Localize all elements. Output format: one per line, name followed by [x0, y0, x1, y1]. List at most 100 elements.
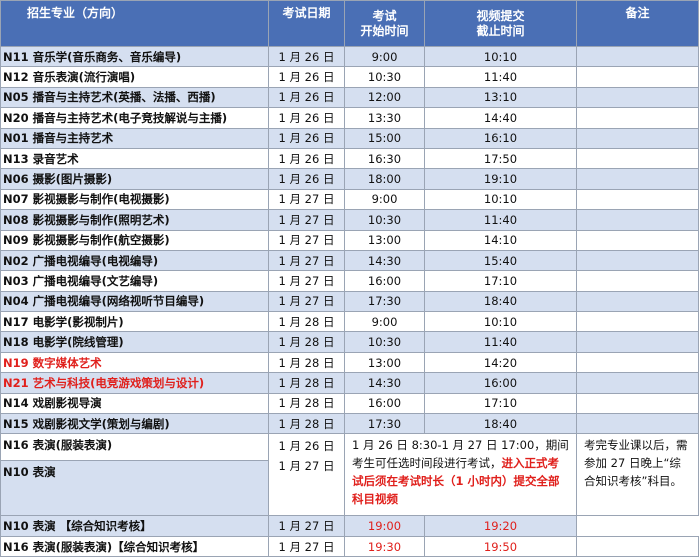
- schedule-start-cell: 16:00: [344, 270, 425, 292]
- schedule-date-cell: 1 月 28 日: [268, 351, 345, 374]
- schedule-start-cell: 10:30: [344, 209, 425, 231]
- schedule-date-cell: 1 月 26 日: [268, 168, 345, 190]
- header-end-line2: 截止时间: [476, 23, 525, 38]
- special-date-a: 1 月 26 日: [278, 439, 335, 454]
- schedule-end-cell: 10:10: [424, 311, 577, 333]
- schedule-date-cell: 1 月 28 日: [268, 372, 345, 394]
- schedule-notes-cell: [576, 209, 699, 231]
- schedule-end-cell: 16:00: [424, 372, 577, 394]
- special-date-b: 1 月 27 日: [278, 459, 335, 474]
- knowledge-date-cell: 1 月 27 日: [268, 515, 345, 537]
- schedule-start-cell: 16:30: [344, 147, 425, 170]
- schedule-start-cell: 10:30: [344, 331, 425, 353]
- schedule-notes-cell: [576, 229, 699, 251]
- special-window-text: 1 月 26 日 8:30-1 月 27 日 17:00，期间考生可任选时间段进…: [348, 435, 573, 511]
- special-note-cell: 考完专业课以后，需参加 27 日晚上“综合知识考核”科目。: [576, 433, 699, 517]
- schedule-notes-cell: [576, 413, 699, 435]
- header-end-line1: 视频提交: [476, 8, 525, 23]
- schedule-end-cell: 18:40: [424, 413, 577, 435]
- schedule-date-cell: 1 月 26 日: [268, 147, 345, 170]
- schedule-date-cell: 1 月 26 日: [268, 107, 345, 129]
- schedule-date-cell: 1 月 28 日: [268, 331, 345, 353]
- schedule-major-cell: N15 戏剧影视文学(策划与编剧): [0, 413, 269, 435]
- schedule-row: N08 影视摄影与制作(照明艺术) 1 月 27 日 10:30 11:40: [0, 209, 699, 231]
- schedule-end-cell: 14:20: [424, 351, 577, 374]
- schedule-end-cell: 19:10: [424, 168, 577, 190]
- schedule-major-cell: N08 影视摄影与制作(照明艺术): [0, 209, 269, 231]
- knowledge-end-cell: 19:20: [424, 515, 577, 537]
- schedule-row: N06 摄影(图片摄影) 1 月 26 日 18:00 19:10: [0, 168, 699, 190]
- schedule-date-cell: 1 月 27 日: [268, 188, 345, 211]
- header-start-line1: 考试: [372, 8, 397, 23]
- schedule-end-cell: 13:10: [424, 86, 577, 109]
- schedule-row: N18 电影学(院线管理) 1 月 28 日 10:30 11:40: [0, 331, 699, 353]
- schedule-row: N03 广播电视编导(文艺编导) 1 月 27 日 16:00 17:10: [0, 270, 699, 292]
- schedule-major-cell: N13 录音艺术: [0, 147, 269, 170]
- schedule-major-cell: N20 播音与主持艺术(电子竞技解说与主播): [0, 107, 269, 129]
- schedule-date-cell: 1 月 27 日: [268, 249, 345, 272]
- knowledge-start-cell: 19:00: [344, 515, 425, 537]
- schedule-notes-cell: [576, 392, 699, 415]
- schedule-row: N21 艺术与科技(电竞游戏策划与设计) 1 月 28 日 14:30 16:00: [0, 372, 699, 394]
- schedule-start-cell: 16:00: [344, 392, 425, 415]
- schedule-end-cell: 17:50: [424, 147, 577, 170]
- schedule-row: N17 电影学(影视制片) 1 月 28 日 9:00 10:10: [0, 311, 699, 333]
- schedule-end-cell: 11:40: [424, 209, 577, 231]
- schedule-page: 招生专业（方向） 考试日期 考试 开始时间 视频提交 截止时间 备注 N11 音…: [0, 0, 700, 557]
- schedule-end-cell: 15:40: [424, 249, 577, 272]
- knowledge-major-cell: N16 表演(服装表演)【综合知识考核】: [0, 535, 269, 557]
- header-start: 考试 开始时间: [344, 0, 425, 47]
- knowledge-end-cell: 19:50: [424, 535, 577, 557]
- schedule-row: N07 影视摄影与制作(电视摄影) 1 月 27 日 9:00 10:10: [0, 188, 699, 211]
- schedule-row: N11 音乐学(音乐商务、音乐编导) 1 月 26 日 9:00 10:10: [0, 45, 699, 68]
- header-start-line2: 开始时间: [360, 23, 409, 38]
- schedule-start-cell: 17:30: [344, 413, 425, 435]
- schedule-major-cell: N17 电影学(影视制片): [0, 311, 269, 333]
- schedule-start-cell: 13:30: [344, 107, 425, 129]
- schedule-date-cell: 1 月 28 日: [268, 311, 345, 333]
- knowledge-date-cell: 1 月 27 日: [268, 535, 345, 557]
- schedule-end-cell: 10:10: [424, 188, 577, 211]
- schedule-notes-cell: [576, 188, 699, 211]
- schedule-start-cell: 15:00: [344, 127, 425, 149]
- schedule-date-cell: 1 月 27 日: [268, 229, 345, 251]
- schedule-row: N15 戏剧影视文学(策划与编剧) 1 月 28 日 17:30 18:40: [0, 413, 699, 435]
- schedule-start-cell: 17:30: [344, 290, 425, 313]
- schedule-date-cell: 1 月 26 日: [268, 86, 345, 109]
- schedule-notes-cell: [576, 107, 699, 129]
- knowledge-start-cell: 19:30: [344, 535, 425, 557]
- schedule-row: N09 影视摄影与制作(航空摄影) 1 月 27 日 13:00 14:10: [0, 229, 699, 251]
- schedule-row: N20 播音与主持艺术(电子竞技解说与主播) 1 月 26 日 13:30 14:40: [0, 107, 699, 129]
- schedule-major-cell: N05 播音与主持艺术(英播、法播、西播): [0, 86, 269, 109]
- special-window-cell: 1 月 26 日 8:30-1 月 27 日 17:00，期间考生可任选时间段进…: [344, 433, 577, 517]
- schedule-start-cell: 9:00: [344, 311, 425, 333]
- schedule-start-cell: 9:00: [344, 188, 425, 211]
- header-end: 视频提交 截止时间: [424, 0, 577, 47]
- schedule-row: N04 广播电视编导(网络视听节目编导) 1 月 27 日 17:30 18:40: [0, 290, 699, 313]
- schedule-start-cell: 10:30: [344, 66, 425, 88]
- schedule-row: N14 戏剧影视导演 1 月 28 日 16:00 17:10: [0, 392, 699, 415]
- schedule-end-cell: 16:10: [424, 127, 577, 149]
- schedule-end-cell: 18:40: [424, 290, 577, 313]
- schedule-notes-cell: [576, 331, 699, 353]
- header-row: 招生专业（方向） 考试日期 考试 开始时间 视频提交 截止时间 备注: [0, 0, 699, 47]
- schedule-end-cell: 11:40: [424, 331, 577, 353]
- special-major-a: N16 表演(服装表演): [1, 434, 268, 461]
- schedule-start-cell: 12:00: [344, 86, 425, 109]
- schedule-end-cell: 14:10: [424, 229, 577, 251]
- schedule-major-cell: N04 广播电视编导(网络视听节目编导): [0, 290, 269, 313]
- schedule-start-cell: 14:30: [344, 372, 425, 394]
- schedule-end-cell: 17:10: [424, 270, 577, 292]
- schedule-notes-cell: [576, 311, 699, 333]
- schedule-notes-cell: [576, 270, 699, 292]
- special-date-cell: 1 月 26 日 1 月 27 日: [268, 433, 345, 517]
- schedule-row: N12 音乐表演(流行演唱) 1 月 26 日 10:30 11:40: [0, 66, 699, 88]
- schedule-major-cell: N06 摄影(图片摄影): [0, 168, 269, 190]
- schedule-start-cell: 18:00: [344, 168, 425, 190]
- schedule-notes-cell: [576, 351, 699, 374]
- schedule-major-cell: N14 戏剧影视导演: [0, 392, 269, 415]
- schedule-major-cell: N09 影视摄影与制作(航空摄影): [0, 229, 269, 251]
- schedule-start-cell: 14:30: [344, 249, 425, 272]
- header-date: 考试日期: [268, 0, 345, 47]
- knowledge-row: N16 表演(服装表演)【综合知识考核】 1 月 27 日 19:30 19:50: [0, 535, 699, 557]
